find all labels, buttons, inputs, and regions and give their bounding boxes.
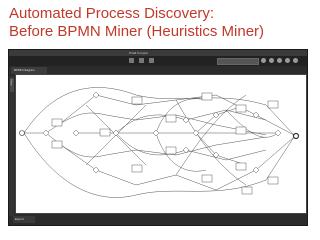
task-node[interactable] (165, 114, 177, 123)
prom-window: ProM 6 Import BPMN Diagram View Export (8, 49, 308, 226)
gateway[interactable] (92, 166, 100, 174)
bottom-panel-label: Export (15, 217, 24, 221)
task-node[interactable] (131, 164, 143, 173)
zoom-icon[interactable] (139, 58, 144, 63)
task-node[interactable] (51, 118, 63, 127)
side-panel: View (9, 76, 14, 216)
side-panel-tab[interactable]: View (9, 78, 14, 92)
task-node[interactable] (99, 128, 111, 137)
task-node[interactable] (241, 186, 253, 195)
gateway[interactable] (152, 129, 160, 137)
toolbar (9, 56, 307, 66)
gateway[interactable] (72, 129, 80, 137)
task-node[interactable] (267, 100, 279, 109)
task-node[interactable] (235, 126, 247, 135)
tab-label: BPMN Diagram (14, 68, 35, 72)
info-icon[interactable] (269, 58, 274, 63)
diagram-edges (23, 87, 295, 198)
start-event[interactable] (19, 130, 25, 136)
diagram-canvas[interactable] (15, 74, 307, 214)
end-event[interactable] (292, 132, 300, 140)
task-node[interactable] (165, 146, 177, 155)
slide-title: Automated Process Discovery: Before BPMN… (9, 5, 309, 41)
task-node[interactable] (51, 140, 63, 149)
search-input[interactable] (217, 58, 259, 65)
task-node[interactable] (267, 176, 279, 185)
task-node[interactable] (235, 162, 247, 171)
settings-icon[interactable] (149, 58, 154, 63)
side-panel-label: View (9, 79, 14, 86)
gateway[interactable] (274, 129, 282, 137)
help-icon[interactable] (277, 58, 282, 63)
bottom-panel-tab[interactable]: Export (13, 216, 35, 223)
export-icon[interactable] (261, 58, 266, 63)
task-node[interactable] (201, 92, 213, 101)
slide-title-line2: Before BPMN Miner (Heuristics Miner) (9, 23, 265, 40)
task-node[interactable] (131, 96, 143, 105)
diagram-nodes (19, 91, 300, 195)
close-icon[interactable] (293, 58, 298, 63)
task-node[interactable] (235, 104, 247, 113)
bpmn-diagram (19, 87, 300, 198)
gateway[interactable] (42, 129, 50, 137)
tab-bpmn-diagram[interactable]: BPMN Diagram (11, 67, 47, 74)
slide-title-line1: Automated Process Discovery: (9, 5, 215, 22)
grid-icon[interactable] (129, 58, 134, 63)
user-icon[interactable] (285, 58, 290, 63)
task-node[interactable] (201, 174, 213, 183)
gateway[interactable] (92, 91, 100, 99)
